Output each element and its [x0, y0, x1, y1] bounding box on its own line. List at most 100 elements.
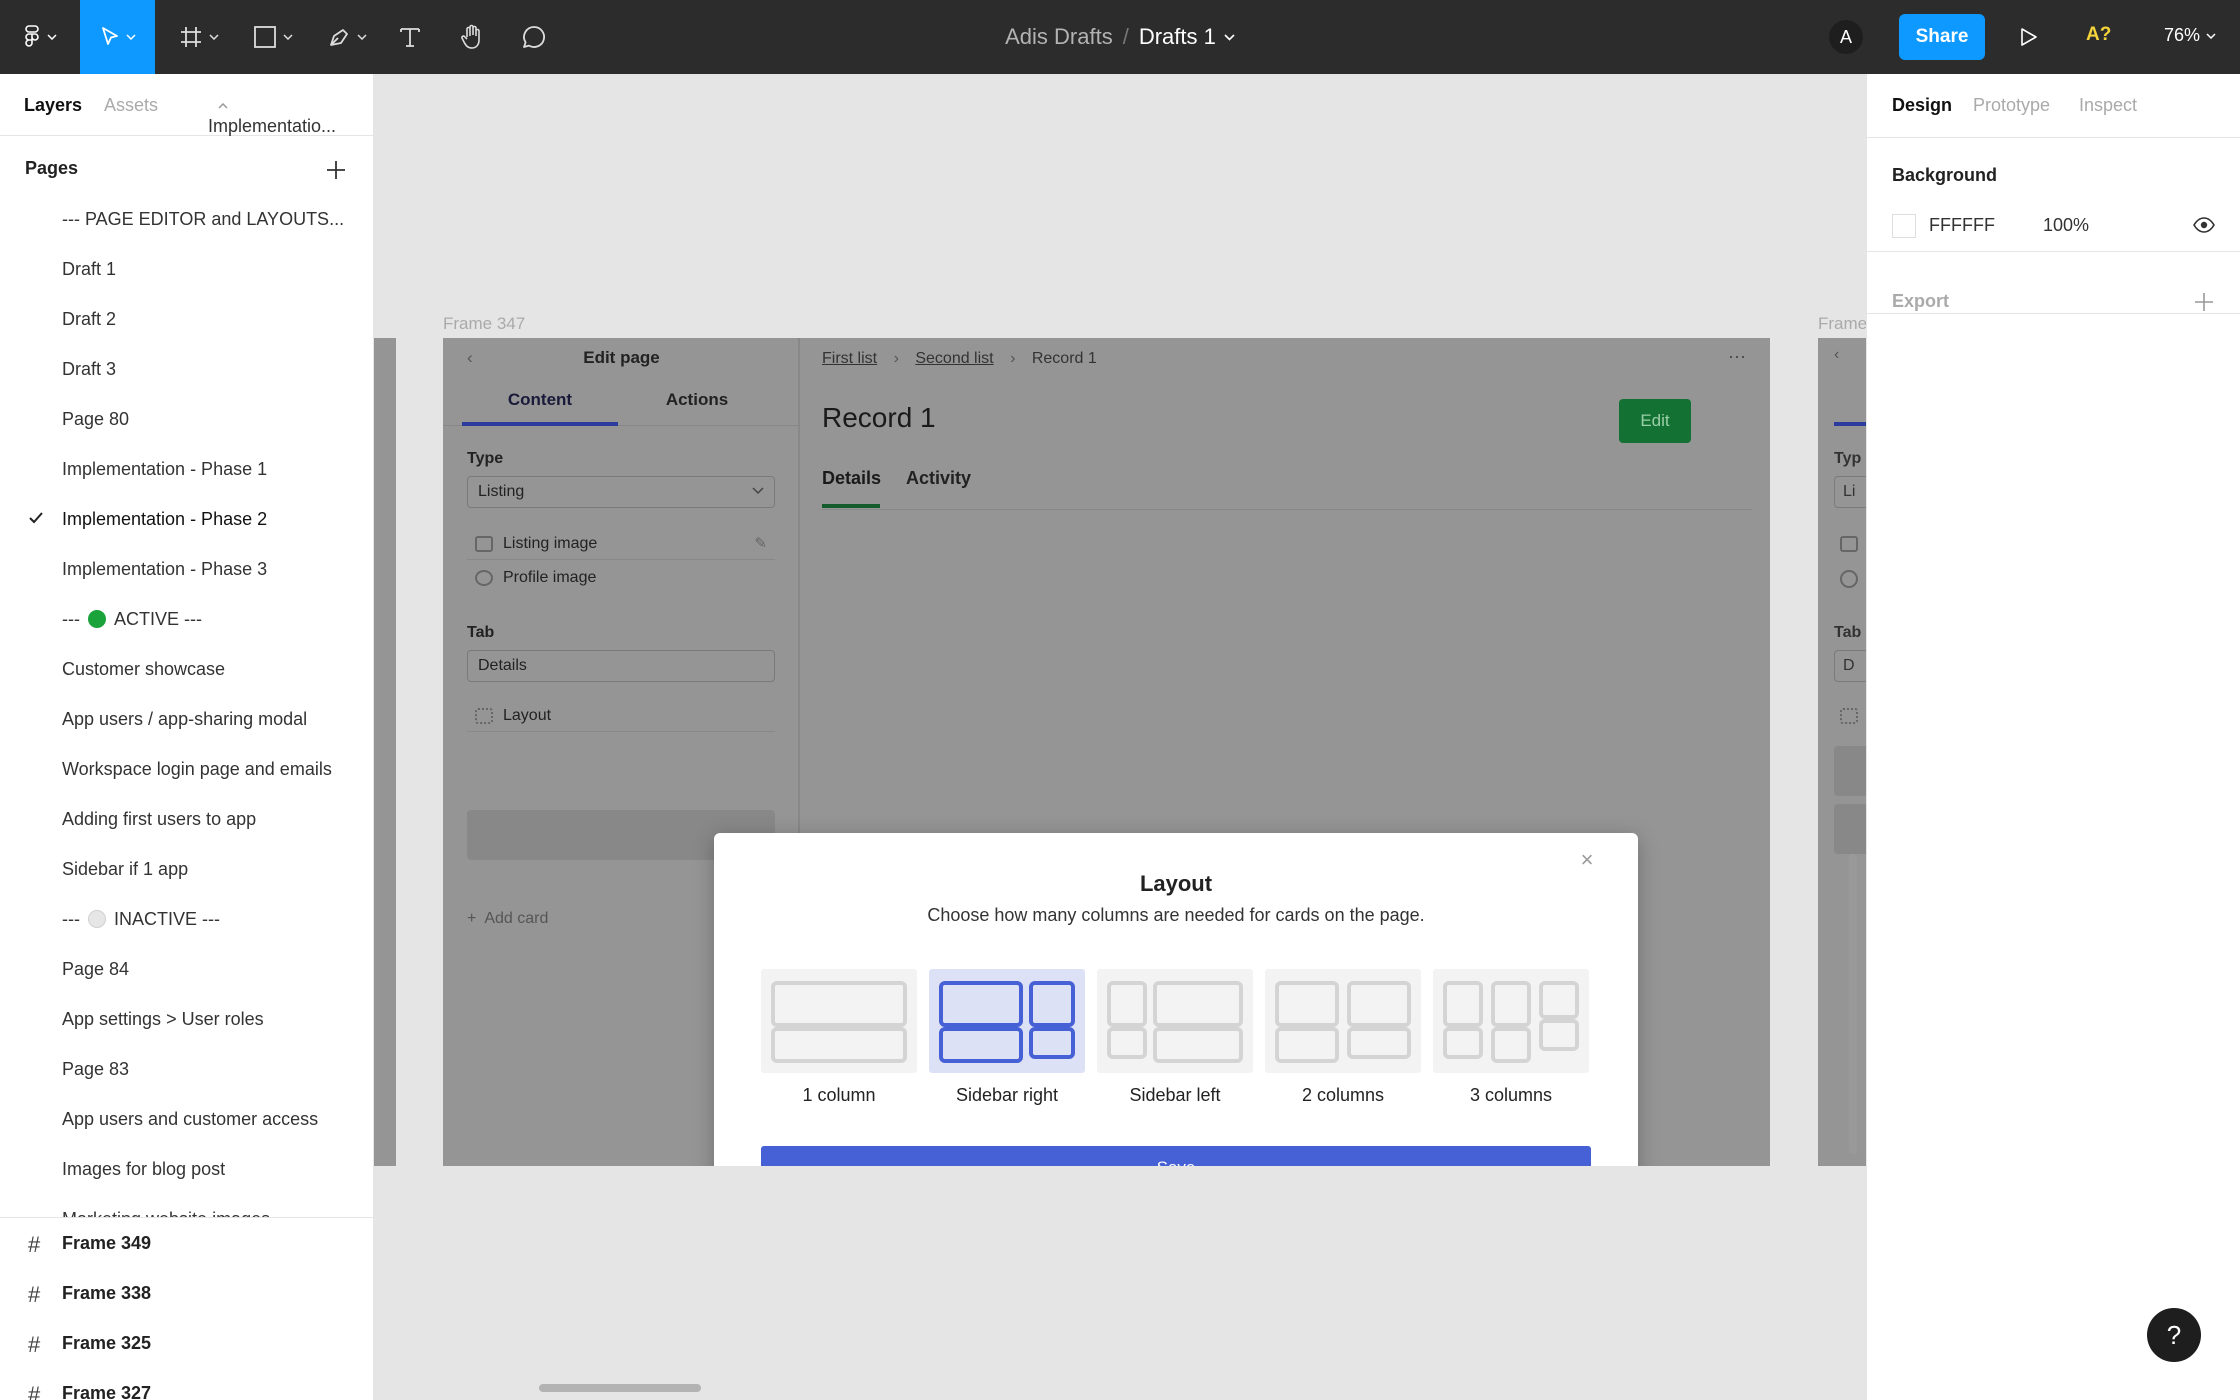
page-item[interactable]: Adding first users to app: [0, 794, 373, 844]
layer-frame[interactable]: # Frame 327: [0, 1368, 373, 1400]
page-item[interactable]: Page 83: [0, 1044, 373, 1094]
tab-actions[interactable]: Actions: [619, 390, 775, 410]
help-button[interactable]: ?: [2147, 1308, 2201, 1362]
page-item[interactable]: Implementation - Phase 3: [0, 544, 373, 594]
file-name[interactable]: Drafts 1: [1139, 24, 1216, 50]
page-item[interactable]: App users / app-sharing modal: [0, 694, 373, 744]
card-placeholder: [1834, 804, 1866, 854]
tab-content[interactable]: Content: [462, 390, 618, 410]
text-tool-icon: [400, 28, 420, 47]
page-item[interactable]: Workspace login page and emails: [0, 744, 373, 794]
pen-tool-button[interactable]: [320, 0, 374, 74]
page-item[interactable]: App users and customer access: [0, 1094, 373, 1144]
tab-prototype[interactable]: Prototype: [1973, 95, 2050, 116]
background-hex-input[interactable]: FFFFFF: [1929, 215, 1995, 236]
page-item[interactable]: Marketing website images: [0, 1194, 373, 1218]
text-tool-button[interactable]: [392, 0, 428, 74]
project-name[interactable]: Adis Drafts: [1005, 24, 1113, 50]
add-card-label: Add card: [484, 910, 549, 927]
layer-frame[interactable]: # Frame 325: [0, 1318, 373, 1368]
page-item-prefix: ---: [62, 608, 80, 629]
add-export-icon[interactable]: [2193, 291, 2215, 313]
sidebar-left-layout-icon: [1107, 981, 1243, 1063]
chevron-down-icon[interactable]: [1224, 33, 1235, 41]
add-card-button[interactable]: + Add card: [467, 910, 548, 928]
layout-option-sidebar-left[interactable]: [1097, 969, 1253, 1073]
layout-row[interactable]: Layout: [467, 700, 775, 732]
tab-inspect[interactable]: Inspect: [2079, 95, 2137, 116]
layout-option-sidebar-right[interactable]: [929, 969, 1085, 1073]
type-label: Typ: [1834, 450, 1862, 467]
layer-frame[interactable]: # Frame 338: [0, 1268, 373, 1318]
page-item-current[interactable]: Implementation - Phase 2: [0, 494, 373, 544]
layer-label: Frame 327: [62, 1382, 152, 1400]
design-canvas[interactable]: Frame 347 Frame ‹ Edit page Content Acti…: [374, 74, 1866, 1400]
page-item[interactable]: Draft 3: [0, 344, 373, 394]
field-row[interactable]: Profile image: [467, 562, 775, 594]
save-button[interactable]: Save: [761, 1146, 1591, 1166]
page-item[interactable]: Page 80: [0, 394, 373, 444]
page-item[interactable]: Draft 1: [0, 244, 373, 294]
type-select[interactable]: Listing: [467, 476, 775, 508]
present-button[interactable]: [2014, 22, 2044, 52]
shape-tool-button[interactable]: [246, 0, 300, 74]
page-item[interactable]: Sidebar if 1 app: [0, 844, 373, 894]
chevron-up-icon: [218, 103, 228, 109]
tab-assets[interactable]: Assets: [104, 95, 158, 116]
layout-option-1-column[interactable]: [761, 969, 917, 1073]
tab-design[interactable]: Design: [1892, 95, 1952, 116]
page-item[interactable]: Draft 2: [0, 294, 373, 344]
background-color-swatch[interactable]: [1892, 214, 1916, 238]
properties-tabs: Design Prototype Inspect: [1867, 74, 2240, 138]
adjacent-frame[interactable]: ‹ Typ Li Tab D: [1818, 338, 1866, 1166]
frame-label[interactable]: Frame 347: [443, 314, 525, 334]
page-item-label: Marketing website images: [62, 1209, 270, 1218]
frame-tool-button[interactable]: [172, 0, 226, 74]
page-item[interactable]: Page 84: [0, 944, 373, 994]
comment-tool-button[interactable]: [516, 0, 552, 74]
horizontal-scrollbar[interactable]: [539, 1384, 701, 1392]
page-item[interactable]: App settings > User roles: [0, 994, 373, 1044]
breadcrumb-link[interactable]: Second list: [915, 350, 993, 367]
tab-layers[interactable]: Layers: [24, 95, 82, 116]
close-icon[interactable]: ×: [1574, 847, 1600, 873]
layout-option-3-columns[interactable]: [1433, 969, 1589, 1073]
share-button[interactable]: Share: [1899, 14, 1985, 60]
visibility-eye-icon[interactable]: [2193, 217, 2215, 233]
tab-select[interactable]: Details: [467, 650, 775, 682]
frame-347[interactable]: ‹ Edit page Content Actions Type Listing…: [443, 338, 1770, 1166]
frame-label[interactable]: Frame: [1818, 314, 1866, 334]
add-page-icon[interactable]: [324, 158, 348, 182]
page-selector[interactable]: Implementatio...: [208, 95, 336, 136]
frame-hash-icon: #: [28, 1282, 41, 1307]
pencil-icon[interactable]: ✎: [754, 534, 767, 552]
background-opacity-input[interactable]: 100%: [2043, 215, 2089, 236]
frame-hash-icon: #: [28, 1232, 41, 1257]
zoom-menu[interactable]: 76%: [2164, 25, 2216, 46]
hand-tool-button[interactable]: [454, 0, 490, 74]
page-item[interactable]: Images for blog post: [0, 1144, 373, 1194]
zoom-level: 76%: [2164, 25, 2201, 45]
vertical-scrollbar[interactable]: [1849, 854, 1857, 1154]
back-chevron-icon: ‹: [1834, 346, 1840, 363]
page-item-inactive-divider[interactable]: --- INACTIVE ---: [0, 894, 373, 944]
page-item-label: App settings > User roles: [62, 1008, 264, 1029]
tab-activity[interactable]: Activity: [906, 468, 971, 489]
active-tab-indicator: [822, 504, 880, 508]
breadcrumb-link[interactable]: First list: [822, 350, 877, 367]
layer-frame[interactable]: # Frame 349: [0, 1218, 373, 1268]
field-row[interactable]: Listing image ✎: [467, 528, 775, 560]
figma-menu-button[interactable]: [16, 0, 64, 74]
layout-option-2-columns[interactable]: [1265, 969, 1421, 1073]
page-item[interactable]: Implementation - Phase 1: [0, 444, 373, 494]
page-item-active-divider[interactable]: --- ACTIVE ---: [0, 594, 373, 644]
user-avatar[interactable]: A: [1829, 20, 1863, 54]
edit-record-button[interactable]: Edit: [1619, 399, 1691, 443]
tab-details[interactable]: Details: [822, 468, 881, 489]
missing-fonts-indicator[interactable]: A?: [2086, 24, 2111, 46]
page-item[interactable]: Customer showcase: [0, 644, 373, 694]
more-options-icon[interactable]: ···: [1728, 346, 1746, 367]
page-item[interactable]: --- PAGE EDITOR and LAYOUTS...: [0, 194, 373, 244]
offscreen-frame[interactable]: [374, 338, 396, 1166]
move-tool-button[interactable]: [80, 0, 155, 74]
